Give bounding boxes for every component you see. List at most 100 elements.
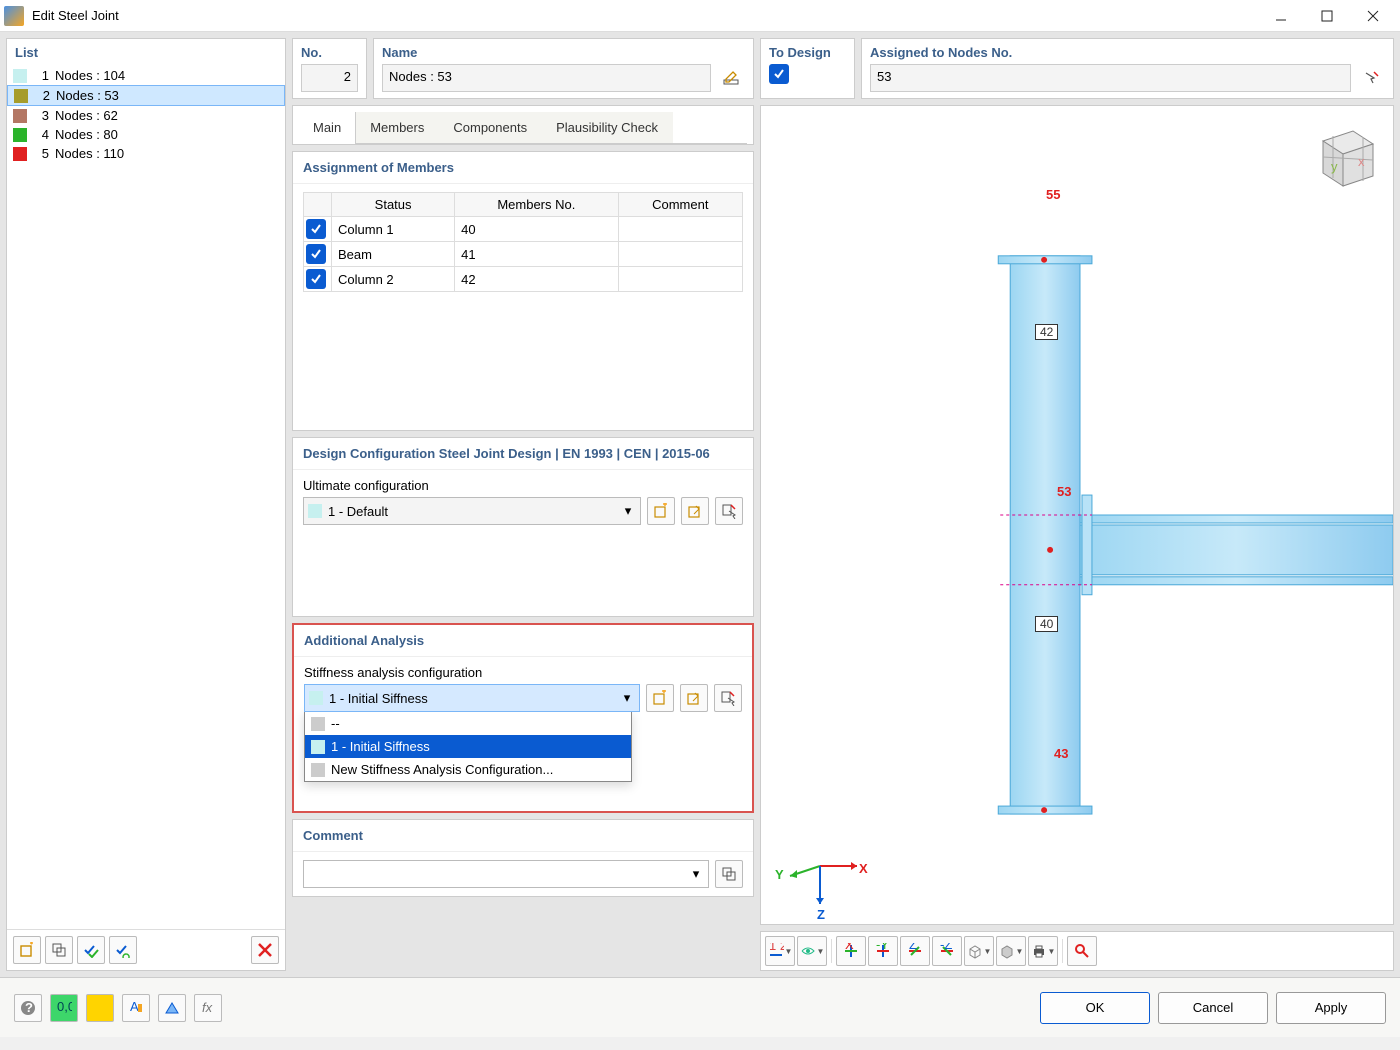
name-edit-button[interactable]	[717, 64, 745, 92]
axis-triad-icon	[775, 826, 865, 916]
tab-main[interactable]: Main	[299, 112, 356, 143]
ultimate-config-select[interactable]: 1 - Default ▾	[303, 497, 641, 525]
name-input[interactable]: Nodes : 53	[382, 64, 711, 92]
design-config-header: Design Configuration Steel Joint Design …	[293, 438, 753, 470]
additional-analysis-header: Additional Analysis	[294, 625, 752, 657]
ok-button[interactable]: OK	[1040, 992, 1150, 1024]
list-check1-button[interactable]	[77, 936, 105, 964]
todesign-checkbox[interactable]	[769, 64, 789, 84]
option-label: New Stiffness Analysis Configuration...	[331, 762, 553, 777]
row-status: Beam	[332, 242, 455, 267]
list-body[interactable]: 1 Nodes : 104 2 Nodes : 53 3 Nodes : 62 …	[7, 66, 285, 929]
row-members-no: 41	[455, 242, 618, 267]
tab-components[interactable]: Components	[439, 112, 542, 143]
stiffness-config-value: 1 - Initial Siffness	[329, 691, 613, 706]
assigned-label: Assigned to Nodes No.	[870, 45, 1385, 60]
list-item-label: Nodes : 80	[55, 127, 118, 142]
tabs: MainMembersComponentsPlausibility Check	[299, 112, 747, 144]
vp-look-negy-button[interactable]: -Y	[868, 936, 898, 966]
dropdown-option[interactable]: 1 - Initial Siffness	[305, 735, 631, 758]
stiffness-config-select[interactable]: 1 - Initial Siffness ▾	[304, 684, 640, 712]
vp-render-button[interactable]: ▼	[996, 936, 1026, 966]
stiffness-new-button[interactable]	[646, 684, 674, 712]
no-card: No. 2	[292, 38, 367, 99]
stiffness-dropdown[interactable]: -- 1 - Initial Siffness New Stiffness Anal…	[304, 711, 632, 782]
vp-numbering-button[interactable]: 1 2 3▼	[765, 936, 795, 966]
additional-analysis-section: Additional Analysis Stiffness analysis c…	[292, 623, 754, 813]
viewport-toolbar: 1 2 3▼ ▼ X -Y Z -Z ▼ ▼ ▼	[760, 931, 1394, 971]
dropdown-option[interactable]: --	[305, 712, 631, 735]
row-status: Column 1	[332, 217, 455, 242]
list-item-index: 5	[33, 146, 49, 161]
assigned-pick-button[interactable]	[1357, 64, 1385, 92]
stiffness-pick-button[interactable]	[714, 684, 742, 712]
option-label: --	[331, 716, 340, 731]
chevron-down-icon: ▾	[688, 866, 704, 882]
vp-look-x-button[interactable]: X	[836, 936, 866, 966]
steel-joint-drawing	[761, 106, 1393, 924]
axis-z-label: Z	[817, 907, 825, 922]
row-members-no: 42	[455, 267, 618, 292]
members-section: Assignment of Members Status Members No.…	[292, 151, 754, 431]
table-row[interactable]: Column 2 42	[304, 267, 743, 292]
list-copy-button[interactable]	[45, 936, 73, 964]
tabs-panel: MainMembersComponentsPlausibility Check	[292, 105, 754, 145]
list-check2-button[interactable]	[109, 936, 137, 964]
cancel-button[interactable]: Cancel	[1158, 992, 1268, 1024]
vp-look-negz-button[interactable]: -Z	[932, 936, 962, 966]
window-minimize-button[interactable]	[1258, 0, 1304, 32]
row-checkbox[interactable]	[306, 219, 326, 239]
help-button[interactable]: ?	[14, 994, 42, 1022]
name-card: Name Nodes : 53	[373, 38, 754, 99]
svg-text:y: y	[1331, 159, 1338, 174]
row-comment	[618, 267, 742, 292]
vp-iso-button[interactable]: ▼	[964, 936, 994, 966]
no-input[interactable]: 2	[301, 64, 358, 92]
chevron-down-icon: ▾	[619, 690, 635, 706]
list-delete-button[interactable]	[251, 936, 279, 964]
list-item[interactable]: 2 Nodes : 53	[7, 85, 285, 106]
vp-display-button[interactable]: ▼	[797, 936, 827, 966]
preview-button[interactable]	[158, 994, 186, 1022]
list-item-label: Nodes : 62	[55, 108, 118, 123]
svg-text:x: x	[1358, 154, 1365, 169]
window-close-button[interactable]	[1350, 0, 1396, 32]
table-row[interactable]: Beam 41	[304, 242, 743, 267]
list-item[interactable]: 3 Nodes : 62	[7, 106, 285, 125]
fx-button[interactable]: fx	[194, 994, 222, 1022]
ultimate-new-button[interactable]	[647, 497, 675, 525]
row-checkbox[interactable]	[306, 244, 326, 264]
node-label-55: 55	[1046, 187, 1060, 202]
svg-text:-Y: -Y	[876, 943, 889, 952]
ultimate-edit-button[interactable]	[681, 497, 709, 525]
list-header: List	[7, 39, 285, 66]
apply-button[interactable]: Apply	[1276, 992, 1386, 1024]
list-new-button[interactable]	[13, 936, 41, 964]
comment-input[interactable]: ▾	[303, 860, 709, 888]
vp-zoom-find-button[interactable]	[1067, 936, 1097, 966]
window-titlebar: Edit Steel Joint	[0, 0, 1400, 32]
nav-cube-icon[interactable]: y x	[1303, 116, 1383, 196]
av-button[interactable]: A:	[122, 994, 150, 1022]
list-item[interactable]: 5 Nodes : 110	[7, 144, 285, 163]
color-button[interactable]	[86, 994, 114, 1022]
members-col-no: Members No.	[455, 193, 618, 217]
ultimate-pick-button[interactable]	[715, 497, 743, 525]
3d-viewport[interactable]: y x	[760, 105, 1394, 925]
assigned-input[interactable]: 53	[870, 64, 1351, 92]
tab-members[interactable]: Members	[356, 112, 439, 143]
svg-text:fx: fx	[202, 1000, 213, 1015]
table-row[interactable]: Column 1 40	[304, 217, 743, 242]
stiffness-edit-button[interactable]	[680, 684, 708, 712]
window-maximize-button[interactable]	[1304, 0, 1350, 32]
vp-print-button[interactable]: ▼	[1028, 936, 1058, 966]
list-item[interactable]: 1 Nodes : 104	[7, 66, 285, 85]
tab-plausibility-check[interactable]: Plausibility Check	[542, 112, 673, 143]
dropdown-option[interactable]: New Stiffness Analysis Configuration...	[305, 758, 631, 781]
list-item[interactable]: 4 Nodes : 80	[7, 125, 285, 144]
row-checkbox[interactable]	[306, 269, 326, 289]
vp-look-z-button[interactable]: Z	[900, 936, 930, 966]
window-title: Edit Steel Joint	[32, 8, 119, 23]
units-button[interactable]: 0,00	[50, 994, 78, 1022]
comment-library-button[interactable]	[715, 860, 743, 888]
